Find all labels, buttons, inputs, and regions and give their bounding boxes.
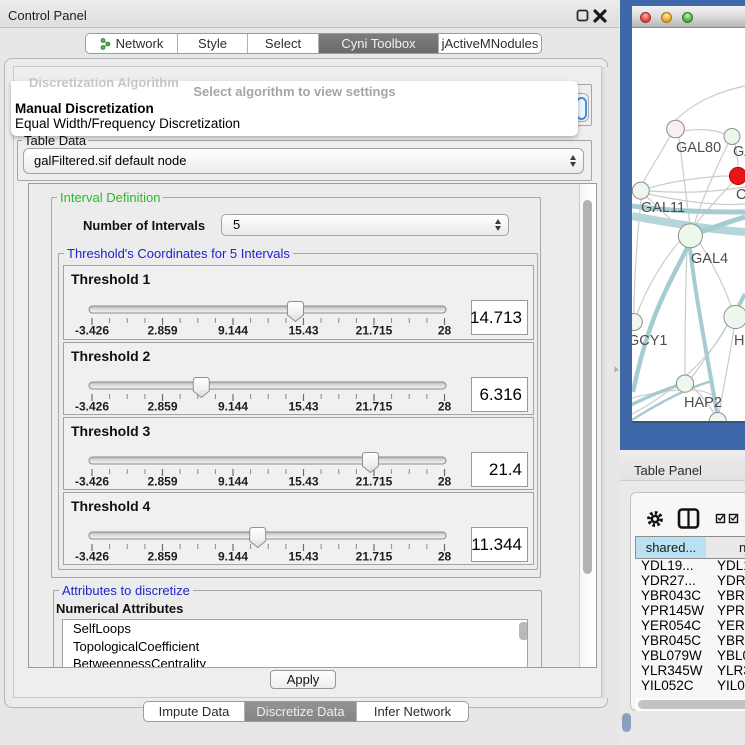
svg-text:15.43: 15.43 <box>288 324 318 338</box>
svg-text:15.43: 15.43 <box>288 475 318 489</box>
svg-text:C: C <box>736 187 745 203</box>
svg-text:-3.426: -3.426 <box>75 400 109 414</box>
svg-text:28: 28 <box>438 475 452 489</box>
svg-text:9.144: 9.144 <box>218 324 248 338</box>
svg-text:15.43: 15.43 <box>288 550 318 564</box>
svg-text:2.859: 2.859 <box>147 324 177 338</box>
svg-text:9.144: 9.144 <box>218 475 248 489</box>
svg-text:-3.426: -3.426 <box>75 324 109 338</box>
svg-text:28: 28 <box>438 324 452 338</box>
svg-text:GA: GA <box>733 144 745 160</box>
svg-text:21.715: 21.715 <box>356 324 393 338</box>
svg-text:-3.426: -3.426 <box>75 550 109 564</box>
svg-text:GAL80: GAL80 <box>676 140 721 156</box>
svg-text:21.715: 21.715 <box>356 475 393 489</box>
svg-text:2.859: 2.859 <box>147 475 177 489</box>
svg-text:21.715: 21.715 <box>356 400 393 414</box>
svg-text:28: 28 <box>438 400 452 414</box>
svg-text:21.715: 21.715 <box>356 550 393 564</box>
svg-text:15.43: 15.43 <box>288 400 318 414</box>
svg-text:HAP2: HAP2 <box>684 395 722 411</box>
svg-text:9.144: 9.144 <box>218 550 248 564</box>
svg-text:GAL4: GAL4 <box>691 251 728 267</box>
svg-text:GCY1: GCY1 <box>632 333 668 349</box>
svg-text:2.859: 2.859 <box>147 400 177 414</box>
svg-text:28: 28 <box>438 550 452 564</box>
svg-text:9.144: 9.144 <box>218 400 248 414</box>
svg-text:2.859: 2.859 <box>147 550 177 564</box>
svg-text:GAL11: GAL11 <box>641 200 685 216</box>
svg-text:H: H <box>734 333 744 349</box>
svg-text:-3.426: -3.426 <box>75 475 109 489</box>
